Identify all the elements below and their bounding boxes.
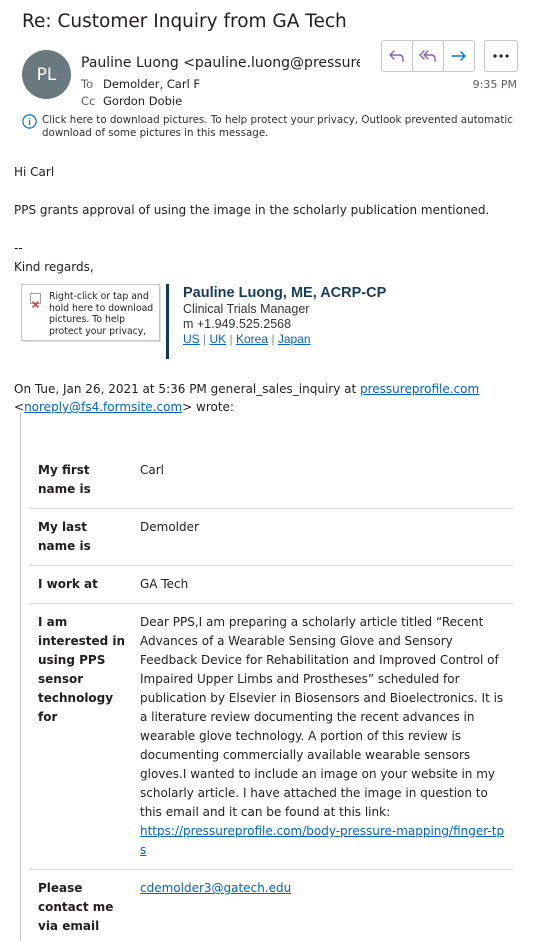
- placeholder-text-4: protect your privacy,: [49, 325, 147, 337]
- to-row: To Demolder, Carl F: [81, 77, 200, 91]
- to-label: To: [81, 77, 94, 91]
- form-label: Please contact me via email: [30, 869, 135, 941]
- info-text-line2: download of some pictures in this messag…: [42, 126, 269, 139]
- to-recipient[interactable]: Demolder, Carl F: [103, 77, 200, 91]
- link-us[interactable]: US: [183, 332, 200, 346]
- forward-button[interactable]: [443, 40, 475, 72]
- table-row: My last name is Demolder: [30, 508, 513, 566]
- more-icon: [493, 54, 509, 58]
- signature-info: Pauline Luong, ME, ACRP-CP Clinical Tria…: [183, 284, 386, 347]
- form-value: cdemolder3@gatech.edu: [135, 869, 513, 941]
- placeholder-text-2: hold here to download: [49, 302, 154, 314]
- table-row: My first name is Carl: [30, 452, 513, 509]
- sender-name[interactable]: Pauline Luong <pauline.luong@pressurepr: [81, 55, 360, 71]
- reply-all-button[interactable]: [412, 40, 444, 72]
- form-label: I am interested in using PPS sensor tech…: [30, 603, 135, 870]
- link-separator: |: [271, 332, 275, 346]
- message-text: PPS grants approval of using the image i…: [14, 203, 490, 217]
- cc-label: Cc: [81, 94, 96, 108]
- link-uk[interactable]: UK: [209, 332, 226, 346]
- form-table: My first name is Carl My last name is De…: [30, 452, 513, 941]
- placeholder-text-3: pictures. To help: [49, 314, 126, 325]
- finger-tps-link[interactable]: https://pressureprofile.com/body-pressur…: [140, 824, 504, 857]
- form-label: I work at: [30, 565, 135, 604]
- link-separator: |: [229, 332, 233, 346]
- form-value: Dear PPS,I am preparing a scholarly arti…: [135, 603, 513, 870]
- contact-email-link[interactable]: cdemolder3@gatech.edu: [140, 881, 291, 895]
- reply-all-icon: [419, 50, 436, 62]
- greeting: Hi Carl: [14, 165, 55, 179]
- form-value: Carl: [135, 452, 513, 509]
- download-pictures-bar[interactable]: Click here to download pictures. To help…: [22, 114, 520, 139]
- link-korea[interactable]: Korea: [236, 332, 268, 346]
- sender-avatar[interactable]: PL: [22, 50, 71, 99]
- form-value: Demolder: [135, 508, 513, 566]
- forward-icon: [451, 51, 466, 61]
- quote-header-prefix: On Tue, Jan 26, 2021 at 5:36 PM general_…: [14, 382, 360, 396]
- request-text: Dear PPS,I am preparing a scholarly arti…: [140, 615, 504, 819]
- closing: Kind regards,: [14, 260, 94, 274]
- cc-recipient[interactable]: Gordon Dobie: [103, 94, 182, 108]
- signature-title: Clinical Trials Manager: [183, 302, 310, 316]
- quote-header-suffix: > wrote:: [182, 400, 234, 414]
- quote-header: On Tue, Jan 26, 2021 at 5:36 PM general_…: [14, 380, 524, 416]
- reply-icon: [389, 50, 404, 62]
- message-time: 9:35 PM: [472, 78, 517, 91]
- signature-dashes: --: [14, 241, 23, 255]
- link-japan[interactable]: Japan: [278, 332, 311, 346]
- noreply-email-link[interactable]: noreply@fs4.formsite.com: [24, 400, 182, 414]
- broken-image-icon: [30, 293, 41, 309]
- table-row: I am interested in using PPS sensor tech…: [30, 603, 513, 870]
- form-value: GA Tech: [135, 565, 513, 604]
- pressureprofile-link[interactable]: pressureprofile.com: [360, 382, 479, 396]
- placeholder-text-1: Right-click or tap and: [49, 291, 149, 302]
- signature-divider: [166, 284, 169, 359]
- table-row: Please contact me via email cdemolder3@g…: [30, 869, 513, 941]
- form-label: My last name is: [30, 508, 135, 566]
- blocked-image-placeholder[interactable]: Right-click or tap and hold here to down…: [21, 284, 160, 341]
- link-separator: |: [203, 332, 207, 346]
- quote-border: [20, 412, 21, 941]
- more-actions-button[interactable]: [484, 40, 518, 72]
- cc-row: Cc Gordon Dobie: [81, 94, 182, 108]
- signature-phone: m +1.949.525.2568: [183, 317, 292, 331]
- signature-links: US | UK | Korea | Japan: [183, 332, 386, 347]
- info-icon: [22, 114, 37, 129]
- signature-name: Pauline Luong, ME, ACRP-CP: [183, 285, 387, 301]
- form-label: My first name is: [30, 452, 135, 509]
- info-text-line1: Click here to download pictures. To help…: [42, 114, 513, 126]
- table-row: I work at GA Tech: [30, 565, 513, 604]
- reply-button[interactable]: [381, 40, 413, 72]
- message-actions: [381, 40, 475, 72]
- email-subject: Re: Customer Inquiry from GA Tech: [22, 11, 347, 32]
